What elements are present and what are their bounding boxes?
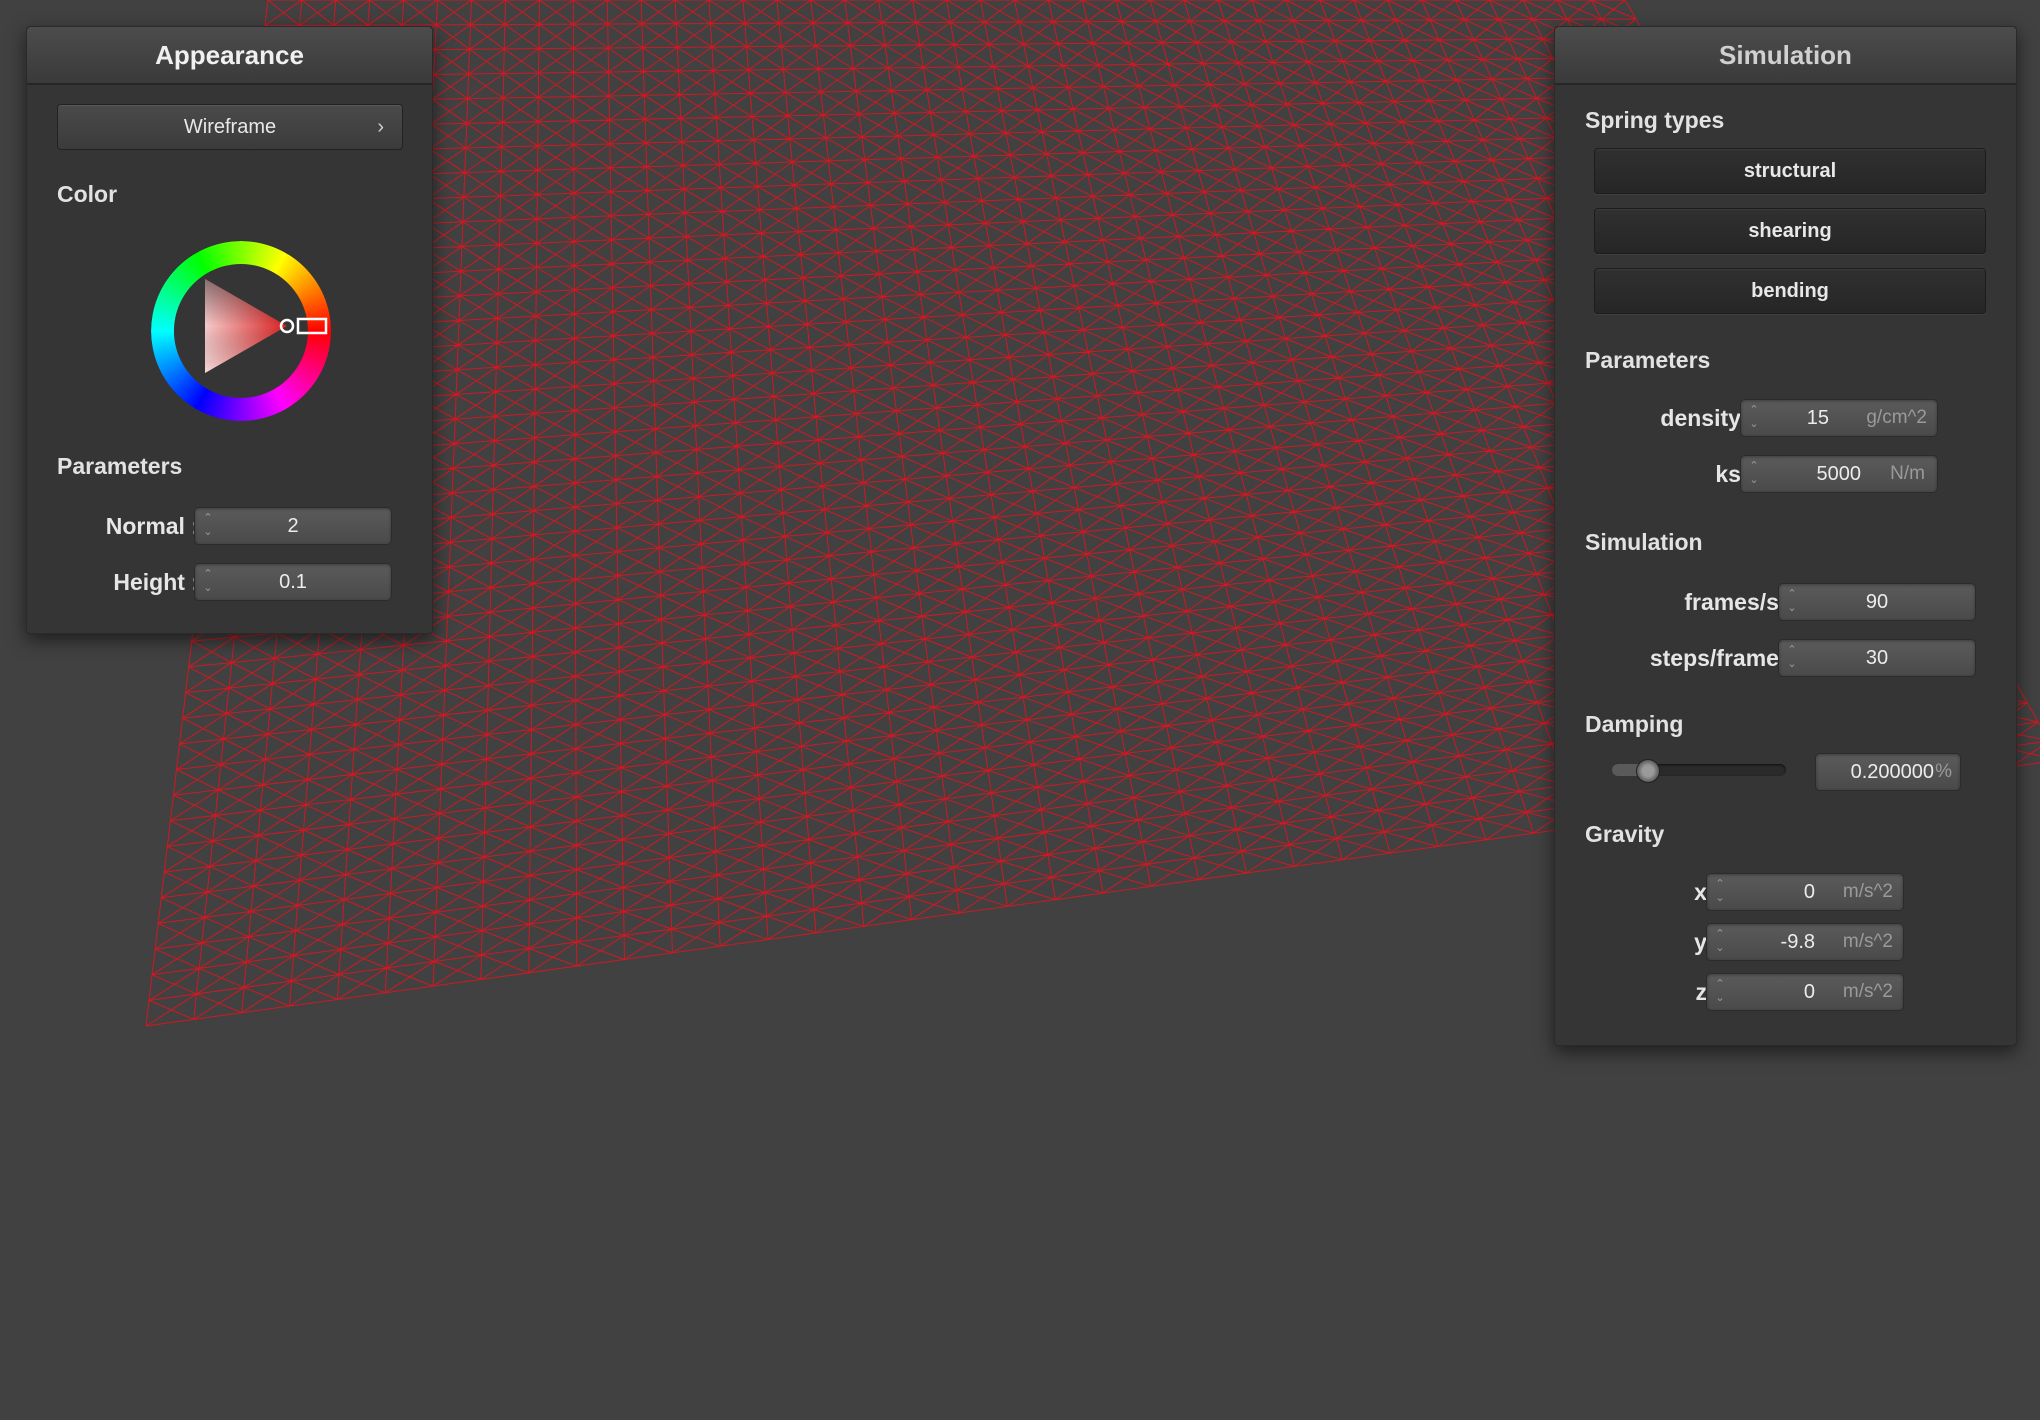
damping-unit: %: [1935, 761, 1952, 782]
appearance-parameters-title: Parameters: [57, 453, 183, 479]
gravity-x-label: x :: [1694, 879, 1721, 905]
height-input[interactable]: ⌃ ⌄ 0.1: [194, 563, 392, 601]
gravity-x-unit: m/s^2: [1842, 881, 1893, 902]
normal-label: Normal :: [105, 513, 199, 539]
frames-per-second-input[interactable]: ⌃ ⌄ 90: [1778, 583, 1976, 621]
steps-per-frame-value: 30: [1865, 647, 1889, 669]
density-unit: g/cm^2: [1866, 407, 1927, 428]
bending-label: bending: [1751, 280, 1829, 302]
gravity-z-unit: m/s^2: [1842, 981, 1893, 1002]
gravity-z-label: z :: [1695, 979, 1721, 1005]
gravity-y-unit: m/s^2: [1842, 931, 1893, 952]
damping-input[interactable]: 0.200000 %: [1815, 753, 1961, 791]
normal-value: 2: [287, 515, 299, 537]
appearance-panel-title: Appearance: [27, 27, 432, 85]
steps-per-frame-input[interactable]: ⌃ ⌄ 30: [1778, 639, 1976, 677]
ks-label: ks :: [1715, 461, 1755, 487]
bending-toggle-button[interactable]: bending: [1594, 268, 1986, 314]
normal-input[interactable]: ⌃ ⌄ 2: [194, 507, 392, 545]
frames-per-second-label: frames/s :: [1684, 589, 1793, 615]
ks-unit: N/m: [1890, 463, 1925, 484]
spinner-arrows-icon[interactable]: ⌃ ⌄: [1714, 877, 1726, 907]
color-wheel[interactable]: [141, 231, 341, 431]
ks-value: 5000: [1816, 463, 1862, 485]
damping-slider[interactable]: [1612, 759, 1786, 783]
gravity-title: Gravity: [1585, 821, 1665, 847]
gravity-y-value: -9.8: [1780, 931, 1815, 953]
density-label: density :: [1660, 405, 1755, 431]
spinner-arrows-icon[interactable]: ⌃ ⌄: [1748, 459, 1760, 489]
spring-types-title: Spring types: [1585, 107, 1725, 133]
simulation-panel: Simulation Spring types structural shear…: [1554, 26, 2017, 1046]
frames-per-second-value: 90: [1865, 591, 1889, 613]
simulation-section-title: Simulation: [1585, 529, 1703, 555]
chevron-right-icon: ›: [377, 116, 384, 138]
shearing-label: shearing: [1748, 220, 1832, 242]
color-triangle[interactable]: [205, 279, 287, 373]
height-label: Height :: [113, 569, 199, 595]
color-section-title: Color: [57, 181, 118, 207]
density-value: 15: [1806, 407, 1829, 429]
shearing-toggle-button[interactable]: shearing: [1594, 208, 1986, 254]
shader-popup-button[interactable]: Wireframe ›: [57, 104, 403, 150]
gravity-x-value: 0: [1803, 881, 1815, 903]
spinner-arrows-icon[interactable]: ⌃ ⌄: [1714, 977, 1726, 1007]
gravity-x-input[interactable]: ⌃ ⌄ 0 m/s^2: [1706, 873, 1904, 911]
spinner-arrows-icon[interactable]: ⌃ ⌄: [1748, 403, 1760, 433]
ks-input[interactable]: ⌃ ⌄ 5000 N/m: [1740, 455, 1938, 493]
gravity-z-input[interactable]: ⌃ ⌄ 0 m/s^2: [1706, 973, 1904, 1011]
structural-toggle-button[interactable]: structural: [1594, 148, 1986, 194]
gravity-y-input[interactable]: ⌃ ⌄ -9.8 m/s^2: [1706, 923, 1904, 961]
gravity-z-value: 0: [1803, 981, 1815, 1003]
simulation-parameters-title: Parameters: [1585, 347, 1711, 373]
simulation-panel-title: Simulation: [1555, 27, 2016, 85]
damping-value: 0.200000: [1850, 761, 1934, 783]
height-value: 0.1: [279, 571, 307, 593]
structural-label: structural: [1743, 160, 1837, 182]
steps-per-frame-label: steps/frame :: [1649, 645, 1793, 671]
damping-slider-knob[interactable]: [1635, 759, 1660, 783]
gravity-y-label: y :: [1694, 929, 1721, 955]
density-input[interactable]: ⌃ ⌄ 15 g/cm^2: [1740, 399, 1938, 437]
spinner-arrows-icon[interactable]: ⌃ ⌄: [1714, 927, 1726, 957]
shader-popup-label: Wireframe: [183, 116, 277, 138]
damping-title: Damping: [1585, 711, 1684, 737]
appearance-panel: Appearance Wireframe › Color Parameters …: [26, 26, 433, 634]
